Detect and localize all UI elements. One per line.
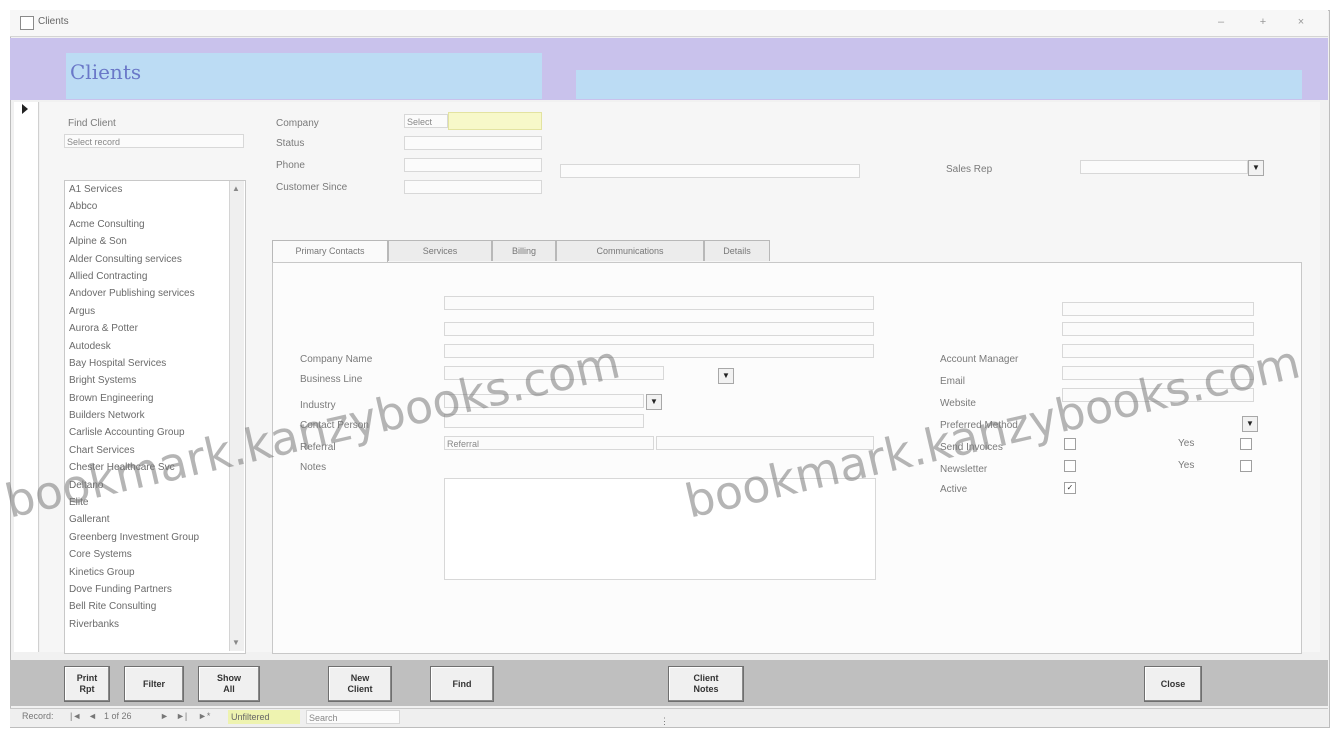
customer-since-field[interactable] — [404, 180, 542, 194]
newsletter-checkbox-2[interactable] — [1240, 460, 1252, 472]
navigation-search-box[interactable]: Search — [306, 710, 400, 724]
client-list-item[interactable]: Bay Hospital Services — [65, 355, 245, 372]
client-list-item[interactable]: Builders Network — [65, 407, 245, 424]
tab-primary-contacts[interactable]: Primary Contacts — [272, 240, 388, 263]
find-button[interactable]: Find — [430, 666, 494, 702]
title-bar — [10, 10, 1328, 37]
client-list-item[interactable]: Core Systems — [65, 546, 245, 563]
send-invoices-checkbox-2[interactable] — [1240, 438, 1252, 450]
find-client-label: Find Client — [68, 118, 116, 129]
send-invoices-value: Yes — [1178, 438, 1195, 449]
client-list-item[interactable]: Brown Engineering — [65, 390, 245, 407]
header-panel-right — [576, 70, 1302, 99]
newsletter-checkbox[interactable] — [1064, 460, 1076, 472]
tab-communications[interactable]: Communications — [556, 240, 704, 261]
filter-button[interactable]: Filter — [124, 666, 184, 702]
minimize-icon[interactable]: – — [1214, 15, 1228, 29]
page-title: Clients — [70, 60, 142, 84]
phone-field[interactable] — [404, 158, 542, 172]
client-list-item[interactable]: Dove Funding Partners — [65, 581, 245, 598]
tab-billing[interactable]: Billing — [492, 240, 556, 261]
active-checkbox[interactable]: ✓ — [1064, 482, 1076, 494]
next-record-icon[interactable]: ► — [160, 711, 169, 721]
first-record-icon[interactable]: |◄ — [70, 711, 81, 721]
right-field-1[interactable] — [1062, 302, 1254, 316]
new-record-icon[interactable]: ►* — [198, 711, 210, 721]
sales-rep-combo[interactable] — [1080, 160, 1248, 174]
client-list-item[interactable]: Kinetics Group — [65, 564, 245, 581]
client-list-item[interactable]: Allied Contracting — [65, 268, 245, 285]
scroll-up-icon[interactable]: ▲ — [229, 182, 243, 196]
window-title: Clients — [38, 16, 69, 27]
client-list-item[interactable]: Aurora & Potter — [65, 320, 245, 337]
client-list-item[interactable]: Greenberg Investment Group — [65, 529, 245, 546]
company-highlight-field[interactable] — [448, 112, 542, 130]
right-field-2[interactable] — [1062, 322, 1254, 336]
referral-field[interactable]: Referral — [444, 436, 654, 450]
client-list-item[interactable]: Alpine & Son — [65, 233, 245, 250]
client-list-item[interactable]: A1 Services — [65, 181, 245, 198]
status-field[interactable] — [404, 136, 542, 150]
client-list[interactable]: A1 Services Abbco Acme Consulting Alpine & … — [64, 180, 246, 654]
resize-grip-icon[interactable]: ⋮ — [660, 716, 669, 727]
tab-details[interactable]: Details — [704, 240, 770, 261]
record-label: Record: — [22, 711, 54, 721]
client-list-item[interactable]: Acme Consulting — [65, 216, 245, 233]
find-client-combo[interactable]: Select record — [64, 134, 244, 148]
company-field[interactable]: Select — [404, 114, 448, 128]
client-list-item[interactable]: Argus — [65, 303, 245, 320]
record-selector[interactable] — [14, 102, 39, 652]
current-record-icon — [22, 104, 28, 114]
filter-status[interactable]: Unfiltered — [228, 710, 300, 724]
address-field[interactable] — [560, 164, 860, 178]
form-icon — [20, 16, 34, 30]
preferred-method-dropdown-icon[interactable]: ▼ — [1242, 416, 1258, 432]
client-list-item[interactable]: Alder Consulting services — [65, 251, 245, 268]
previous-record-icon[interactable]: ◄ — [88, 711, 97, 721]
client-list-item[interactable]: Riverbanks — [65, 616, 245, 633]
scroll-down-icon[interactable]: ▼ — [229, 636, 243, 650]
client-list-item[interactable]: Gallerant — [65, 511, 245, 528]
last-record-icon[interactable]: ►| — [176, 711, 187, 721]
client-list-item[interactable]: Autodesk — [65, 338, 245, 355]
business-line-label: Business Line — [300, 374, 363, 385]
close-icon[interactable]: × — [1294, 15, 1308, 29]
client-list-item[interactable]: Bright Systems — [65, 372, 245, 389]
record-position[interactable]: 1 of 26 — [104, 711, 132, 721]
close-button[interactable]: Close — [1144, 666, 1202, 702]
active-label: Active — [940, 484, 968, 495]
client-list-item[interactable]: Andover Publishing services — [65, 285, 245, 302]
header-band — [10, 38, 1328, 50]
company-name-field[interactable] — [444, 344, 874, 358]
account-manager-label: Account Manager — [940, 354, 1019, 365]
client-list-item[interactable]: Abbco — [65, 198, 245, 215]
print-report-button[interactable]: Print Rpt — [64, 666, 110, 702]
notes-label: Notes — [300, 462, 327, 473]
industry-dropdown-icon[interactable]: ▼ — [646, 394, 662, 410]
website-label: Website — [940, 398, 976, 409]
business-line-dropdown-icon[interactable]: ▼ — [718, 368, 734, 384]
tab-services[interactable]: Services — [388, 240, 492, 261]
client-list-item[interactable]: Bell Rite Consulting — [65, 598, 245, 615]
form-field-1[interactable] — [444, 296, 874, 310]
customer-since-label: Customer Since — [276, 182, 348, 193]
client-list-scrollbar[interactable] — [229, 181, 244, 651]
sales-rep-label: Sales Rep — [946, 164, 993, 175]
client-notes-button[interactable]: Client Notes — [668, 666, 744, 702]
newsletter-value: Yes — [1178, 460, 1195, 471]
company-name-label: Company Name — [300, 354, 373, 365]
new-client-button[interactable]: New Client — [328, 666, 392, 702]
maximize-icon[interactable]: + — [1256, 15, 1270, 29]
form-field-2[interactable] — [444, 322, 874, 336]
company-label: Company — [276, 118, 319, 129]
show-all-button[interactable]: Show All — [198, 666, 260, 702]
phone-label: Phone — [276, 160, 305, 171]
email-label: Email — [940, 376, 966, 387]
sales-rep-dropdown-icon[interactable]: ▼ — [1248, 160, 1264, 176]
status-label: Status — [276, 138, 305, 149]
